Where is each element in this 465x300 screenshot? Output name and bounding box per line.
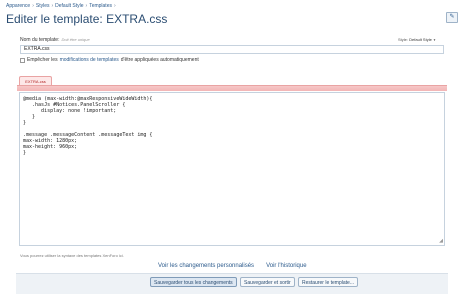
code-line: } [23,120,27,126]
template-name-label-text: Nom du template: [20,37,60,43]
view-history-link[interactable]: Voir l'historique [266,263,307,269]
restore-template-button[interactable]: Restaurer le template... [298,277,358,287]
style-selector[interactable]: Style: Default Style ▼ [398,37,436,42]
template-modifications-link[interactable]: modifications de templates [60,57,119,63]
breadcrumb-item-styles[interactable]: Styles [36,3,50,9]
code-line: max-height: 960px; [23,144,78,150]
edit-icon[interactable]: ✎ [446,12,458,23]
prevent-changes-checkbox[interactable] [20,57,25,63]
breadcrumb-separator: › [51,3,54,9]
breadcrumb-separator: › [32,3,34,9]
template-name-label: Nom du template: Doit être unique [20,37,90,43]
page-title-template-name: EXTRA.css [106,12,168,26]
view-changes-link[interactable]: Voir les changements personnalisés [158,263,254,269]
code-editor[interactable]: @media (max-width:@maxResponsiveWideWidt… [19,92,445,246]
code-line: display: none !important; [23,108,117,114]
template-name-hint: Doit être unique [61,37,90,42]
breadcrumb-item-apparence[interactable]: Apparence [6,3,30,9]
tab-extra-css[interactable]: EXTRA.css [19,76,52,85]
prevent-changes-text-after: d'être appliquées automatiquement [120,57,199,63]
chevron-down-icon[interactable]: ▼ [433,38,436,42]
template-name-input[interactable] [20,45,444,54]
prevent-changes-text-before: Empêcher les [27,57,58,63]
history-links: Voir les changements personnalisés Voir … [158,263,307,269]
save-and-exit-button[interactable]: Sauvegarder et sortir [240,277,295,287]
page-title: Editer le template: EXTRA.css [6,12,167,26]
breadcrumb-separator: › [113,3,116,9]
page-title-prefix: Editer le template: [6,12,107,26]
save-all-button[interactable]: Sauvegarder tous les changements [150,277,237,287]
breadcrumb-item-templates[interactable]: Templates [89,3,112,9]
style-selector-value[interactable]: Default Style [409,37,432,42]
prevent-changes-option: Empêcher les modifications de templates … [20,57,199,63]
breadcrumb-item-default-style[interactable]: Default Style [55,3,83,9]
breadcrumb: Apparence › Styles › Default Style › Tem… [6,3,116,9]
editor-help-text: Vous pourrez utiliser la syntaxe des tem… [20,253,124,258]
style-selector-label: Style: [398,37,409,42]
breadcrumb-separator: › [85,3,88,9]
code-line: } [23,150,27,156]
code-text[interactable]: @media (max-width:@maxResponsiveWideWidt… [23,96,152,156]
resize-grip-icon[interactable]: ◢ [439,239,443,244]
tab-strip [17,85,447,91]
